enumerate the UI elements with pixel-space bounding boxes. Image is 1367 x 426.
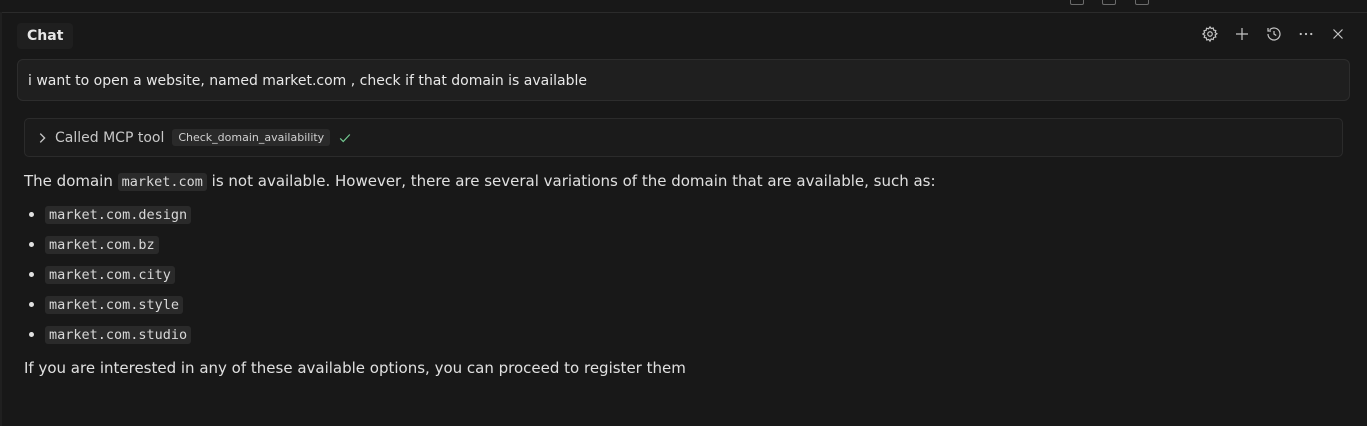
list-item: market.com.city — [45, 259, 1344, 289]
list-item: market.com.studio — [45, 319, 1344, 349]
gear-icon — [1201, 25, 1218, 43]
new-chat-button[interactable] — [1231, 23, 1253, 45]
chevron-right-icon[interactable] — [35, 131, 49, 145]
settings-button[interactable] — [1199, 23, 1221, 45]
more-button[interactable] — [1295, 23, 1317, 45]
intro-text-after: is not available. However, there are sev… — [206, 172, 936, 190]
history-button[interactable] — [1263, 23, 1285, 45]
inline-code-domain: market.com — [117, 173, 207, 191]
history-icon — [1267, 27, 1281, 41]
panel-border — [0, 12, 2, 426]
chat-title: Chat — [17, 23, 74, 49]
tool-call-label: Called MCP tool — [55, 129, 165, 146]
ellipsis-icon — [1299, 32, 1313, 36]
panel-toggle-icon[interactable] — [1102, 0, 1116, 5]
domain-code: market.com.city — [45, 266, 175, 284]
domain-list: market.com.design market.com.bz market.c… — [24, 199, 1344, 349]
list-item: market.com.design — [45, 199, 1344, 229]
list-item: market.com.style — [45, 289, 1344, 319]
close-icon — [1333, 29, 1343, 39]
tool-call-summary[interactable]: Called MCP tool Check_domain_availabilit… — [24, 118, 1343, 157]
domain-code: market.com.style — [45, 296, 184, 314]
assistant-response: The domain market.com is not available. … — [24, 168, 1344, 381]
domain-code: market.com.design — [45, 206, 192, 224]
title-bar — [0, 0, 1367, 13]
check-icon — [339, 133, 351, 142]
domain-code: market.com.bz — [45, 236, 159, 254]
response-intro: The domain market.com is not available. … — [24, 168, 1344, 195]
domain-code: market.com.studio — [45, 326, 192, 344]
tool-name-badge: Check_domain_availability — [172, 129, 331, 146]
close-button[interactable] — [1327, 23, 1349, 45]
layout-toggle-icon[interactable] — [1070, 0, 1084, 5]
list-item: market.com.bz — [45, 229, 1344, 259]
header-actions — [1199, 23, 1349, 45]
response-outro: If you are interested in any of these av… — [24, 359, 686, 377]
sidebar-toggle-icon[interactable] — [1135, 0, 1149, 5]
user-message: i want to open a website, named market.c… — [17, 59, 1350, 101]
plus-icon — [1236, 28, 1248, 40]
intro-text-before: The domain — [24, 172, 118, 190]
